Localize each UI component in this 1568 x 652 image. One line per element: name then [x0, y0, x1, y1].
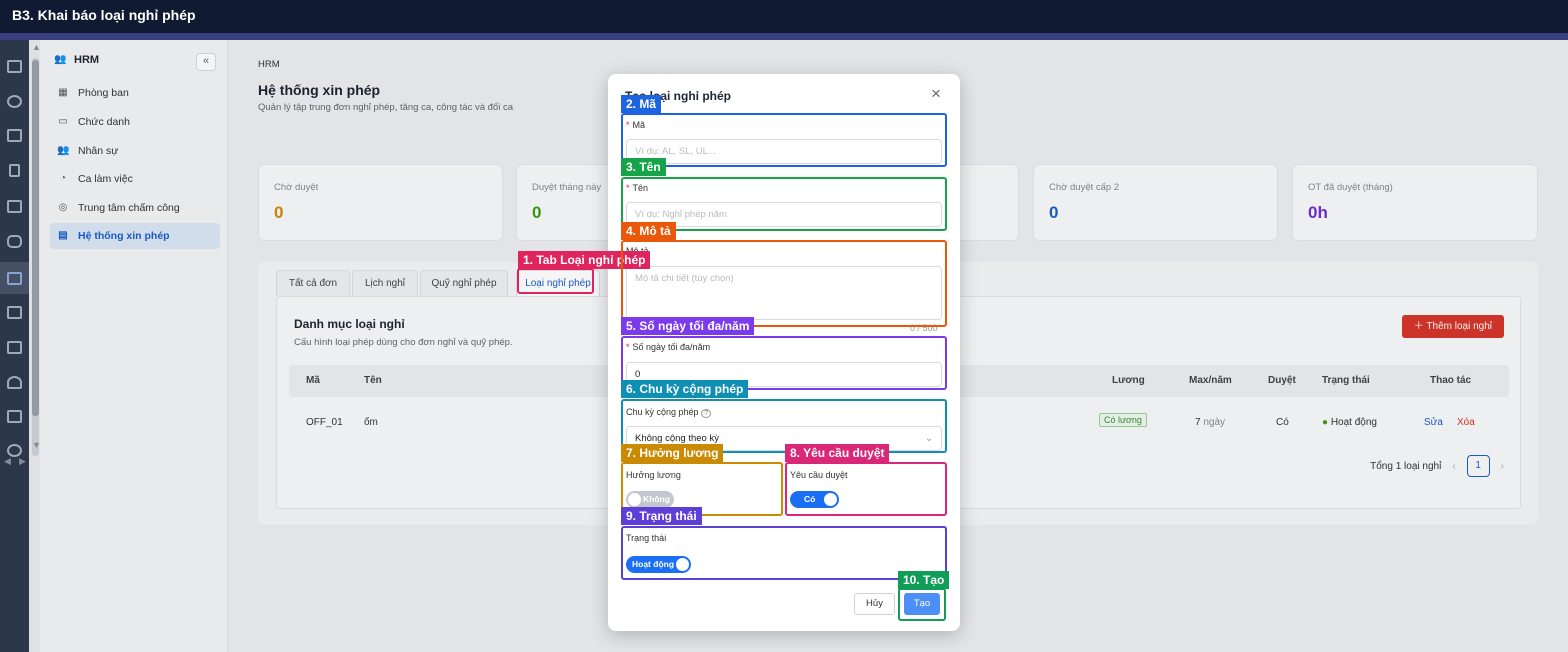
annotation-box-tab: [517, 268, 594, 294]
annotation-box-create: [898, 588, 946, 621]
annotation-label-description: 4. Mô tả: [621, 222, 676, 240]
annotation-label-salary: 7. Hưởng lương: [621, 444, 724, 462]
annotation-label-approval: 8. Yêu cầu duyệt: [785, 444, 890, 462]
page-heading: B3. Khai báo loại nghỉ phép: [12, 7, 196, 23]
annotation-box-code: [621, 113, 947, 167]
cancel-button[interactable]: Hủy: [854, 593, 895, 615]
annotation-label-max-days: 5. Số ngày tối đa/năm: [621, 317, 755, 335]
annotation-box-approval: [785, 462, 947, 516]
annotation-label-create: 10. Tạo: [898, 571, 950, 589]
annotation-label-cycle: 6. Chu kỳ cộng phép: [621, 380, 749, 398]
annotation-box-description: [621, 240, 947, 327]
annotation-label-code: 2. Mã: [621, 95, 662, 113]
top-strip: [0, 33, 1568, 40]
close-icon[interactable]: ×: [931, 84, 941, 104]
annotation-label-status: 9. Trạng thái: [621, 507, 702, 525]
page-title-bar: B3. Khai báo loại nghỉ phép: [0, 0, 1568, 33]
annotation-label-name: 3. Tên: [621, 158, 666, 176]
